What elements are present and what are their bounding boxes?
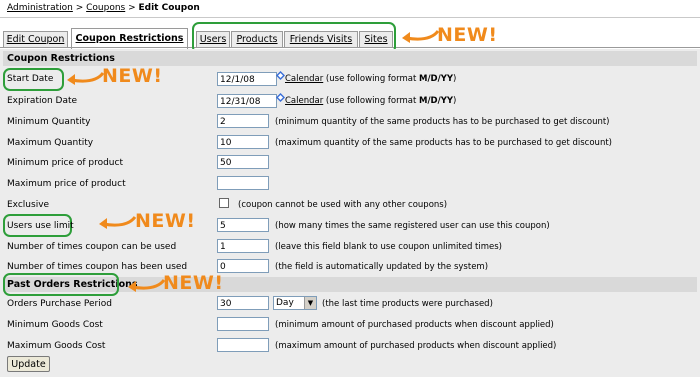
arrow-icon bbox=[67, 72, 105, 85]
min-goods-cost-input[interactable] bbox=[217, 317, 269, 331]
purchase-period-hint: (the last time products were purchased) bbox=[322, 299, 493, 309]
section-coupon-restrictions: Coupon Restrictions bbox=[3, 51, 697, 66]
purchase-period-unit-select[interactable]: Day ▼ bbox=[273, 296, 317, 310]
users-use-limit-input[interactable]: 5 bbox=[217, 218, 269, 232]
tab-edit-coupon[interactable]: Edit Coupon bbox=[3, 31, 68, 47]
max-goods-cost-label: Maximum Goods Cost bbox=[7, 341, 106, 351]
users-use-limit-label: Users use limit bbox=[7, 221, 74, 231]
min-quantity-hint: (minimum quantity of the same products h… bbox=[275, 117, 610, 127]
times-can-be-used-input[interactable]: 1 bbox=[217, 239, 269, 253]
start-date-hint: Calendar (use following format M/D/YY) bbox=[285, 74, 457, 84]
chevron-down-icon[interactable]: ▼ bbox=[304, 297, 316, 309]
purchase-period-unit-value: Day bbox=[276, 298, 294, 308]
new-annotation: NEW! bbox=[102, 65, 163, 87]
times-has-been-used-hint: (the field is automatically updated by t… bbox=[275, 262, 489, 272]
breadcrumb: Administration > Coupons > Edit Coupon bbox=[7, 3, 200, 13]
min-goods-cost-hint: (minimum amount of purchased products wh… bbox=[275, 320, 554, 330]
arrow-icon bbox=[402, 30, 440, 43]
times-can-be-used-hint: (leave this field blank to use coupon un… bbox=[275, 242, 502, 252]
min-goods-cost-label: Minimum Goods Cost bbox=[7, 320, 103, 330]
max-price-label: Maximum price of product bbox=[7, 179, 126, 189]
min-quantity-input[interactable]: 2 bbox=[217, 114, 269, 128]
max-quantity-label: Maximum Quantity bbox=[7, 138, 94, 148]
calendar-icon[interactable] bbox=[276, 71, 285, 80]
breadcrumb-current: Edit Coupon bbox=[138, 3, 200, 13]
exclusive-checkbox[interactable] bbox=[219, 198, 229, 208]
max-quantity-input[interactable]: 10 bbox=[217, 135, 269, 149]
breadcrumb-separator: > bbox=[125, 3, 139, 13]
times-can-be-used-label: Number of times coupon can be used bbox=[7, 242, 177, 252]
purchase-period-label: Orders Purchase Period bbox=[7, 299, 112, 309]
min-quantity-label: Minimum Quantity bbox=[7, 117, 91, 127]
arrow-icon bbox=[128, 279, 166, 292]
breadcrumb-administration-link[interactable]: Administration bbox=[7, 3, 73, 13]
min-price-input[interactable]: 50 bbox=[217, 155, 269, 169]
start-date-label: Start Date bbox=[7, 74, 54, 84]
breadcrumb-separator: > bbox=[72, 3, 87, 13]
new-annotation: NEW! bbox=[163, 272, 224, 294]
new-annotation: NEW! bbox=[135, 210, 196, 232]
arrow-icon bbox=[99, 216, 137, 229]
exclusive-label: Exclusive bbox=[7, 200, 50, 210]
max-price-input[interactable] bbox=[217, 176, 269, 190]
exclusive-hint: (coupon cannot be used with any other co… bbox=[238, 200, 448, 210]
expiration-date-input[interactable]: 12/31/08 bbox=[217, 94, 277, 108]
times-has-been-used-input[interactable]: 0 bbox=[217, 259, 269, 273]
calendar-icon[interactable] bbox=[276, 93, 285, 102]
users-use-limit-hint: (how many times the same registered user… bbox=[275, 221, 550, 231]
times-has-been-used-label: Number of times coupon has been used bbox=[7, 262, 188, 272]
expiration-date-hint: Calendar (use following format M/D/YY) bbox=[285, 96, 457, 106]
max-goods-cost-input[interactable] bbox=[217, 338, 269, 352]
highlight-past-orders bbox=[3, 273, 119, 296]
max-goods-cost-hint: (maximum amount of purchased products wh… bbox=[275, 341, 557, 351]
breadcrumb-coupons-link[interactable]: Coupons bbox=[86, 3, 125, 13]
update-button[interactable]: Update bbox=[7, 356, 50, 372]
min-price-label: Minimum price of product bbox=[7, 158, 123, 168]
expiration-date-calendar-link[interactable]: Calendar bbox=[285, 96, 323, 106]
max-quantity-hint: (maximum quantity of the same products h… bbox=[275, 138, 612, 148]
start-date-calendar-link[interactable]: Calendar bbox=[285, 74, 323, 84]
expiration-date-label: Expiration Date bbox=[7, 96, 78, 106]
new-annotation: NEW! bbox=[437, 24, 498, 46]
purchase-period-input[interactable]: 30 bbox=[217, 296, 269, 310]
start-date-input[interactable]: 12/1/08 bbox=[217, 72, 277, 86]
divider bbox=[0, 17, 700, 18]
